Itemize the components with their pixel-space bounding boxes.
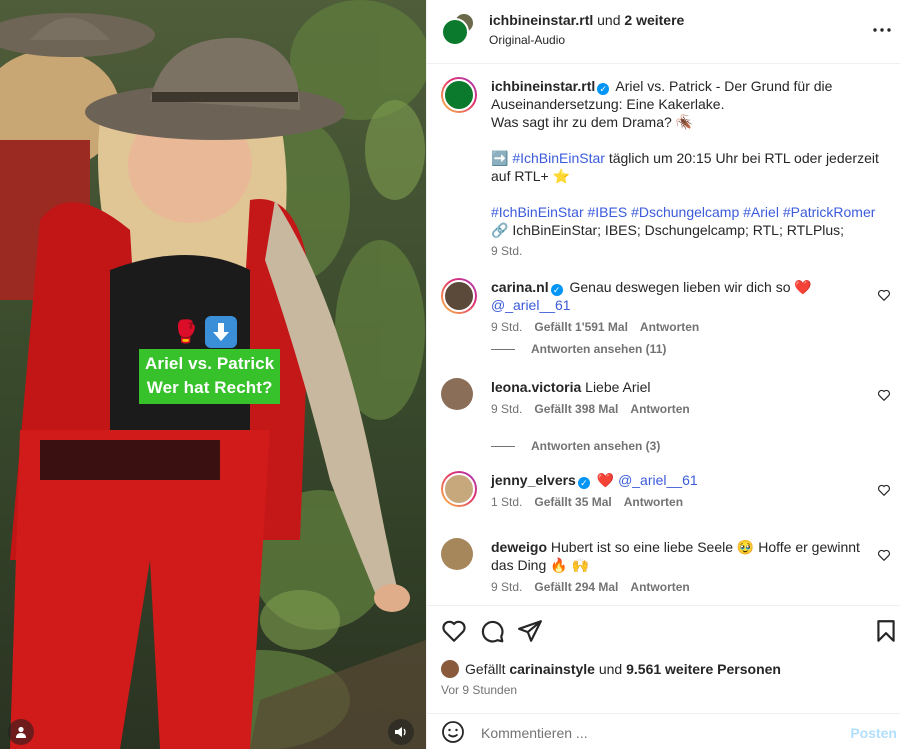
avatar[interactable] [441, 471, 477, 507]
comment-item: deweigo Hubert ist so eine liebe Seele 🥹… [441, 538, 891, 594]
verified-badge-icon: ✓ [597, 83, 610, 95]
post-media[interactable]: 🥊 Ariel vs. Patrick Wer hat Recht? [0, 0, 426, 749]
view-replies-button[interactable]: Antworten ansehen (11) [491, 342, 666, 356]
reply-button[interactable]: Antworten [630, 402, 689, 416]
more-options-button[interactable] [870, 18, 894, 42]
comment-text: Genau deswegen lieben wir dich so ❤️ [569, 279, 812, 295]
post-comment-button[interactable]: Posten [850, 725, 897, 741]
author-username[interactable]: ichbineinstar.rtl [489, 12, 593, 28]
comment-text: Hubert ist so eine liebe Seele 🥹 Hoffe e… [491, 539, 860, 573]
heart-icon[interactable] [441, 618, 467, 644]
reply-button[interactable]: Antworten [640, 320, 699, 334]
avatar[interactable] [441, 378, 473, 410]
likes-count[interactable]: 9.561 weitere Personen [626, 661, 781, 677]
tagged-users-button[interactable] [8, 719, 34, 745]
and-text: und [597, 12, 621, 28]
post-sidebar: ichbineinstar.rtl und 2 weitere Original… [426, 0, 900, 749]
post-authors: ichbineinstar.rtl und 2 weitere [489, 12, 684, 28]
caption-question: Was sagt ihr zu dem Drama? 🪳 [491, 114, 694, 130]
like-comment-icon[interactable] [877, 483, 891, 497]
comment-time: 9 Std. [491, 402, 523, 416]
likes-prefix: Gefällt [465, 661, 506, 677]
like-comment-icon[interactable] [877, 388, 891, 402]
avatar[interactable] [441, 538, 473, 570]
mention-link[interactable]: @_ariel__61 [618, 472, 698, 488]
arrow-icon: ➡️ [491, 150, 509, 166]
comments-list[interactable]: ichbineinstar.rtl ✓ Ariel vs. Patrick - D… [427, 65, 900, 605]
boxing-glove-icon: 🥊 [172, 319, 200, 344]
comment-likes[interactable]: Gefällt 398 Mal [534, 402, 618, 416]
avatar [441, 18, 469, 46]
overlay-line-1: Ariel vs. Patrick [145, 354, 275, 373]
comment-input[interactable]: Kommentieren ... [481, 725, 588, 741]
comment-item: jenny_elvers ✓ ❤️ @_ariel__61 1 Std. Gefä… [441, 471, 891, 509]
post-caption: ichbineinstar.rtl ✓ Ariel vs. Patrick - D… [441, 77, 891, 258]
other-authors-link[interactable]: 2 weitere [624, 12, 684, 28]
link-icon: 🔗 [491, 222, 509, 238]
action-bar: Gefällt carinainstyle und 9.561 weitere … [427, 605, 900, 713]
bookmark-icon[interactable] [873, 618, 899, 644]
overlay-emoji-row: 🥊 [172, 316, 238, 348]
hashtag-link[interactable]: #IchBinEinStar [512, 150, 605, 166]
reply-button[interactable]: Antworten [630, 580, 689, 594]
collab-avatars[interactable] [441, 12, 477, 50]
avatar[interactable] [441, 77, 477, 113]
keywords: IchBinEinStar; IBES; Dschungelcamp; RTL;… [512, 222, 845, 238]
speaker-icon [395, 727, 406, 737]
likes-summary[interactable]: Gefällt carinainstyle und 9.561 weitere … [441, 660, 781, 678]
comment-username[interactable]: jenny_elvers [491, 472, 576, 488]
comment-item: leona.victoria Liebe Ariel 9 Std. Gefäll… [441, 378, 891, 416]
hashtags[interactable]: #IchBinEinStar #IBES #Dschungelcamp #Ari… [491, 204, 875, 220]
comment-text: Liebe Ariel [585, 379, 651, 395]
user-icon [16, 726, 26, 738]
share-icon[interactable] [517, 618, 543, 644]
video-overlay-caption: Ariel vs. Patrick Wer hat Recht? [139, 349, 281, 404]
liked-by-user[interactable]: carinainstyle [509, 661, 595, 677]
comment-item: carina.nl ✓ Genau deswegen lieben wir dic… [441, 278, 891, 334]
like-comment-icon[interactable] [877, 548, 891, 562]
comment-username[interactable]: deweigo [491, 539, 547, 555]
reply-button[interactable]: Antworten [624, 495, 683, 509]
post-header: ichbineinstar.rtl und 2 weitere Original… [427, 0, 900, 64]
comment-likes[interactable]: Gefällt 294 Mal [534, 580, 618, 594]
comment-icon[interactable] [479, 618, 505, 644]
down-arrow-icon [205, 316, 238, 348]
more-icon [873, 28, 891, 32]
mention-link[interactable]: @_ariel__61 [491, 297, 571, 313]
post-timestamp: Vor 9 Stunden [441, 683, 518, 697]
mute-button[interactable] [388, 719, 414, 745]
emoji-icon[interactable] [441, 720, 465, 744]
view-replies-label: Antworten ansehen (11) [531, 342, 667, 356]
verified-badge-icon: ✓ [550, 284, 563, 296]
comment-time: 9 Std. [491, 580, 523, 594]
overlay-line-2: Wer hat Recht? [146, 378, 273, 397]
comment-username[interactable]: carina.nl [491, 279, 549, 295]
comment-likes[interactable]: Gefällt 35 Mal [534, 495, 611, 509]
view-replies-label: Antworten ansehen (3) [531, 439, 661, 453]
like-comment-icon[interactable] [877, 288, 891, 302]
caption-time: 9 Std. [491, 244, 523, 258]
comment-likes[interactable]: Gefällt 1'591 Mal [534, 320, 628, 334]
avatar[interactable] [441, 278, 477, 314]
audio-link[interactable]: Original-Audio [489, 33, 565, 47]
avatar [441, 660, 459, 678]
likes-and: und [598, 661, 623, 677]
view-replies-button[interactable]: Antworten ansehen (3) [491, 439, 660, 453]
comment-time: 9 Std. [491, 320, 523, 334]
comment-text: ❤️ [596, 472, 619, 488]
caption-username[interactable]: ichbineinstar.rtl [491, 78, 595, 94]
comment-username[interactable]: leona.victoria [491, 379, 581, 395]
comment-time: 1 Std. [491, 495, 523, 509]
comment-composer: Kommentieren ... Posten [427, 713, 900, 749]
verified-badge-icon: ✓ [577, 477, 590, 489]
